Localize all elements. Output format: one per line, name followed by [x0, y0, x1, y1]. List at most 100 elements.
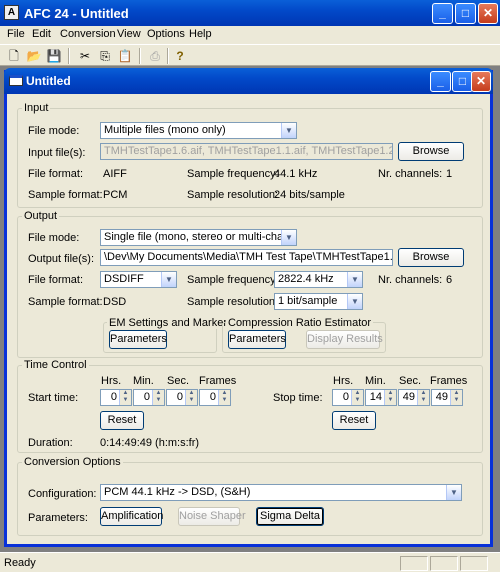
output-sample-frequency-value: 2822.4 kHz	[278, 273, 334, 285]
chevron-down-icon: ▼	[347, 294, 362, 309]
input-file-mode-value: Multiple files (mono only)	[104, 124, 226, 136]
input-files-label: Input file(s):	[28, 147, 86, 159]
maximize-icon[interactable]: □	[455, 3, 476, 24]
stop-min-stepper[interactable]: 14 ▲ ▼	[365, 389, 397, 406]
cre-parameters-button[interactable]: Parameters	[228, 330, 286, 349]
output-files-label: Output file(s):	[28, 253, 95, 265]
em-parameters-button[interactable]: Parameters	[109, 330, 167, 349]
spin-arrows-icon[interactable]: ▲ ▼	[450, 390, 462, 405]
output-file-format-label: File format:	[28, 274, 84, 286]
spin-arrows-icon[interactable]: ▲ ▼	[384, 390, 396, 405]
stop-sec-stepper[interactable]: 49 ▲ ▼	[398, 389, 430, 406]
output-group-label: Output	[22, 210, 60, 222]
close-icon[interactable]: ✕	[471, 71, 491, 92]
start-frames-header: Frames	[199, 375, 237, 387]
maximize-icon[interactable]: □	[452, 71, 473, 92]
spin-arrows-icon[interactable]: ▲ ▼	[152, 390, 164, 405]
status-bar: Ready	[0, 552, 500, 572]
status-text: Ready	[4, 557, 36, 569]
status-pane	[460, 556, 488, 571]
spin-arrows-icon[interactable]: ▲ ▼	[351, 390, 363, 405]
minimize-icon[interactable]: _	[430, 71, 451, 92]
start-min-header: Min.	[133, 375, 154, 387]
start-frames-value: 0	[209, 391, 216, 403]
input-sample-format-label: Sample format:	[28, 189, 103, 201]
spin-arrows-icon[interactable]: ▲ ▼	[417, 390, 429, 405]
spin-arrows-icon[interactable]: ▲ ▼	[185, 390, 197, 405]
new-file-icon[interactable]: 🗋	[6, 48, 22, 64]
conversion-options-group-label: Conversion Options	[22, 456, 123, 468]
save-icon[interactable]: 💾	[46, 48, 62, 64]
output-file-format-value: DSDIFF	[104, 273, 144, 285]
input-file-mode-select[interactable]: Multiple files (mono only) ▼	[100, 122, 297, 139]
app-icon[interactable]: A	[4, 5, 19, 20]
configuration-select[interactable]: PCM 44.1 kHz -> DSD, (S&H) ▼	[100, 484, 462, 501]
stop-min-header: Min.	[365, 375, 386, 387]
output-sample-resolution-select[interactable]: 1 bit/sample ▼	[274, 293, 363, 310]
start-frames-stepper[interactable]: 0 ▲ ▼	[199, 389, 231, 406]
chevron-down-icon: ▼	[347, 272, 362, 287]
start-sec-stepper[interactable]: 0 ▲ ▼	[166, 389, 198, 406]
menu-conversion[interactable]: Conversion	[60, 28, 116, 40]
chevron-down-icon: ▼	[281, 230, 296, 245]
amplification-button[interactable]: Amplification	[100, 507, 163, 526]
output-file-mode-label: File mode:	[28, 232, 80, 244]
output-sample-frequency-select[interactable]: 2822.4 kHz ▼	[274, 271, 363, 288]
status-pane	[430, 556, 458, 571]
spin-arrows-icon[interactable]: ▲ ▼	[119, 390, 131, 405]
stop-hrs-stepper[interactable]: 0 ▲ ▼	[332, 389, 364, 406]
copy-icon[interactable]: ⎘	[97, 48, 113, 64]
display-results-button[interactable]: Display Results	[306, 330, 383, 349]
start-sec-header: Sec.	[167, 375, 190, 387]
app-title-bar: A AFC 24 - Untitled _ □ ✕	[0, 0, 500, 26]
minimize-icon[interactable]: _	[432, 3, 453, 24]
output-file-format-select[interactable]: DSDIFF ▼	[100, 271, 177, 288]
chevron-down-icon: ▼	[281, 123, 296, 138]
output-sample-format-value: DSD	[103, 296, 127, 308]
sigma-delta-button[interactable]: Sigma Delta	[256, 507, 324, 526]
stop-reset-button[interactable]: Reset	[332, 411, 376, 430]
output-sample-frequency-label: Sample frequency:	[187, 274, 279, 286]
input-sample-resolution-label: Sample resolution:	[187, 189, 279, 201]
input-browse-button[interactable]: Browse	[398, 142, 464, 161]
start-min-value: 0	[143, 391, 150, 403]
stop-hrs-value: 0	[342, 391, 349, 403]
start-sec-value: 0	[176, 391, 183, 403]
output-file-mode-select[interactable]: Single file (mono, stereo or multi-chann…	[100, 229, 297, 246]
output-channels-value: 6	[446, 274, 453, 286]
em-settings-group-label: EM Settings and Markers	[107, 317, 235, 329]
input-sample-frequency-value: 44.1 kHz	[274, 168, 318, 180]
open-folder-icon[interactable]: 📂	[26, 48, 42, 64]
cut-icon[interactable]: ✂	[77, 48, 93, 64]
help-icon[interactable]: ?	[172, 48, 188, 64]
menu-file[interactable]: File	[7, 28, 25, 40]
stop-frames-stepper[interactable]: 49 ▲ ▼	[431, 389, 463, 406]
menu-view[interactable]: View	[117, 28, 141, 40]
start-hrs-value: 0	[110, 391, 117, 403]
menu-edit[interactable]: Edit	[32, 28, 51, 40]
start-min-stepper[interactable]: 0 ▲ ▼	[133, 389, 165, 406]
duration-label: Duration:	[28, 437, 73, 449]
input-group-label: Input	[22, 102, 51, 114]
document-icon	[9, 75, 23, 86]
status-pane	[400, 556, 428, 571]
close-icon[interactable]: ✕	[478, 3, 498, 24]
paste-icon[interactable]: 📋	[117, 48, 133, 64]
input-file-format-label: File format:	[28, 168, 84, 180]
stop-frames-header: Frames	[430, 375, 468, 387]
start-reset-button[interactable]: Reset	[100, 411, 144, 430]
start-hrs-stepper[interactable]: 0 ▲ ▼	[100, 389, 132, 406]
input-files-field[interactable]: TMHTestTape1.6.aif, TMHTestTape1.1.aif, …	[100, 143, 393, 160]
noise-shaper-button[interactable]: Noise Shaper	[178, 507, 246, 526]
menu-options[interactable]: Options	[147, 28, 185, 40]
output-sample-resolution-label: Sample resolution:	[187, 296, 279, 308]
spin-arrows-icon[interactable]: ▲ ▼	[218, 390, 230, 405]
chevron-down-icon: ▼	[161, 272, 176, 287]
stop-frames-value: 49	[435, 391, 448, 403]
app-title: AFC 24 - Untitled	[24, 6, 129, 21]
print-icon[interactable]: ⎙	[147, 48, 163, 64]
output-files-field[interactable]: \Dev\My Documents\Media\TMH Test Tape\TM…	[100, 249, 393, 266]
output-browse-button[interactable]: Browse	[398, 248, 464, 267]
menu-help[interactable]: Help	[189, 28, 212, 40]
configuration-label: Configuration:	[28, 488, 97, 500]
